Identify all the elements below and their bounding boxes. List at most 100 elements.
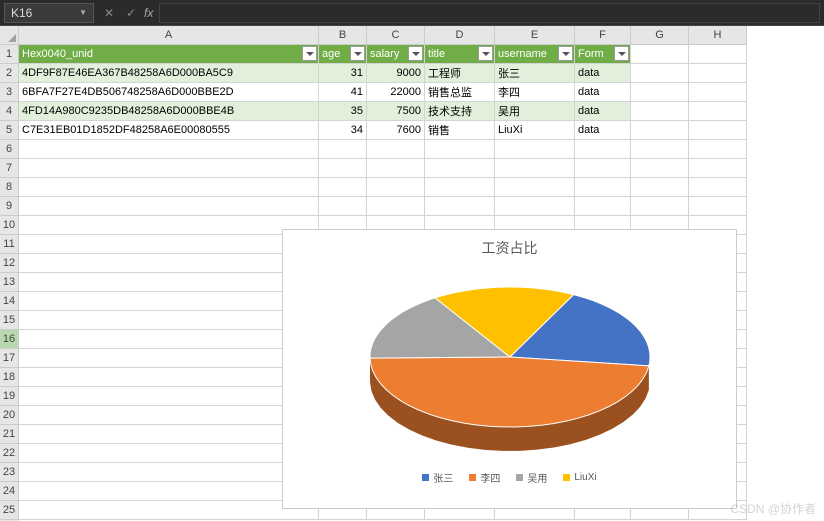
- table-cell[interactable]: 4DF9F87E46EA367B48258A6D000BA5C9: [19, 64, 319, 83]
- table-cell[interactable]: 吴用: [495, 102, 575, 121]
- cancel-icon[interactable]: ✕: [100, 6, 118, 20]
- empty-cell[interactable]: [19, 387, 319, 406]
- table-cell[interactable]: 34: [319, 121, 367, 140]
- table-cell[interactable]: [631, 64, 689, 83]
- filter-dropdown-icon[interactable]: [408, 46, 423, 61]
- row-header[interactable]: 18: [0, 368, 19, 387]
- empty-cell[interactable]: [425, 178, 495, 197]
- table-cell[interactable]: 工程师: [425, 64, 495, 83]
- row-header[interactable]: 10: [0, 216, 19, 235]
- empty-cell[interactable]: [19, 482, 319, 501]
- row-header[interactable]: 11: [0, 235, 19, 254]
- row-header[interactable]: 5: [0, 121, 19, 140]
- empty-cell[interactable]: [19, 501, 319, 520]
- empty-cell[interactable]: [495, 178, 575, 197]
- table-cell[interactable]: [689, 102, 747, 121]
- row-header[interactable]: 25: [0, 501, 19, 520]
- empty-cell[interactable]: [19, 140, 319, 159]
- empty-cell[interactable]: [319, 159, 367, 178]
- empty-cell[interactable]: [425, 197, 495, 216]
- select-all-corner[interactable]: [0, 26, 19, 45]
- empty-cell[interactable]: [19, 159, 319, 178]
- empty-cell[interactable]: [575, 178, 631, 197]
- row-header[interactable]: 20: [0, 406, 19, 425]
- row-header[interactable]: 19: [0, 387, 19, 406]
- table-header-cell[interactable]: [689, 45, 747, 64]
- table-cell[interactable]: [689, 64, 747, 83]
- empty-cell[interactable]: [575, 159, 631, 178]
- empty-cell[interactable]: [689, 159, 747, 178]
- empty-cell[interactable]: [19, 216, 319, 235]
- table-header-cell[interactable]: Form: [575, 45, 631, 64]
- empty-cell[interactable]: [19, 425, 319, 444]
- fx-icon[interactable]: fx: [144, 6, 153, 20]
- table-header-cell[interactable]: salary: [367, 45, 425, 64]
- table-cell[interactable]: [689, 121, 747, 140]
- row-header[interactable]: 21: [0, 425, 19, 444]
- table-header-cell[interactable]: Hex0040_unid: [19, 45, 319, 64]
- empty-cell[interactable]: [689, 197, 747, 216]
- row-header[interactable]: 3: [0, 83, 19, 102]
- table-cell[interactable]: [631, 83, 689, 102]
- col-header-F[interactable]: F: [575, 26, 631, 45]
- pie-chart[interactable]: 工资占比 张三李四吴用LiuXi: [282, 229, 737, 509]
- empty-cell[interactable]: [495, 140, 575, 159]
- row-header[interactable]: 2: [0, 64, 19, 83]
- table-header-cell[interactable]: [631, 45, 689, 64]
- empty-cell[interactable]: [631, 140, 689, 159]
- filter-dropdown-icon[interactable]: [350, 46, 365, 61]
- row-header[interactable]: 1: [0, 45, 19, 64]
- row-header[interactable]: 22: [0, 444, 19, 463]
- table-header-cell[interactable]: title: [425, 45, 495, 64]
- empty-cell[interactable]: [367, 140, 425, 159]
- empty-cell[interactable]: [425, 140, 495, 159]
- row-header[interactable]: 17: [0, 349, 19, 368]
- table-cell[interactable]: 35: [319, 102, 367, 121]
- table-cell[interactable]: 技术支持: [425, 102, 495, 121]
- table-cell[interactable]: [631, 121, 689, 140]
- empty-cell[interactable]: [19, 349, 319, 368]
- filter-dropdown-icon[interactable]: [302, 46, 317, 61]
- table-header-cell[interactable]: age: [319, 45, 367, 64]
- empty-cell[interactable]: [575, 140, 631, 159]
- row-header[interactable]: 14: [0, 292, 19, 311]
- col-header-A[interactable]: A: [19, 26, 319, 45]
- table-cell[interactable]: [631, 102, 689, 121]
- table-cell[interactable]: 6BFA7F27E4DB506748258A6D000BBE2D: [19, 83, 319, 102]
- table-cell[interactable]: 41: [319, 83, 367, 102]
- empty-cell[interactable]: [631, 178, 689, 197]
- empty-cell[interactable]: [495, 197, 575, 216]
- empty-cell[interactable]: [367, 178, 425, 197]
- table-cell[interactable]: 9000: [367, 64, 425, 83]
- table-header-cell[interactable]: username: [495, 45, 575, 64]
- empty-cell[interactable]: [19, 311, 319, 330]
- table-cell[interactable]: [689, 83, 747, 102]
- table-cell[interactable]: LiuXi: [495, 121, 575, 140]
- row-header[interactable]: 16: [0, 330, 19, 349]
- empty-cell[interactable]: [19, 444, 319, 463]
- table-cell[interactable]: 7600: [367, 121, 425, 140]
- col-header-G[interactable]: G: [631, 26, 689, 45]
- row-header[interactable]: 23: [0, 463, 19, 482]
- table-cell[interactable]: data: [575, 64, 631, 83]
- empty-cell[interactable]: [19, 197, 319, 216]
- empty-cell[interactable]: [689, 178, 747, 197]
- empty-cell[interactable]: [425, 159, 495, 178]
- name-box[interactable]: K16 ▼: [4, 3, 94, 23]
- row-header[interactable]: 13: [0, 273, 19, 292]
- empty-cell[interactable]: [19, 235, 319, 254]
- empty-cell[interactable]: [631, 159, 689, 178]
- empty-cell[interactable]: [319, 140, 367, 159]
- table-cell[interactable]: data: [575, 83, 631, 102]
- accept-icon[interactable]: ✓: [122, 6, 140, 20]
- row-header[interactable]: 6: [0, 140, 19, 159]
- row-header[interactable]: 12: [0, 254, 19, 273]
- table-cell[interactable]: 李四: [495, 83, 575, 102]
- empty-cell[interactable]: [495, 159, 575, 178]
- row-header[interactable]: 9: [0, 197, 19, 216]
- table-cell[interactable]: data: [575, 121, 631, 140]
- empty-cell[interactable]: [367, 197, 425, 216]
- empty-cell[interactable]: [575, 197, 631, 216]
- empty-cell[interactable]: [19, 273, 319, 292]
- row-header[interactable]: 15: [0, 311, 19, 330]
